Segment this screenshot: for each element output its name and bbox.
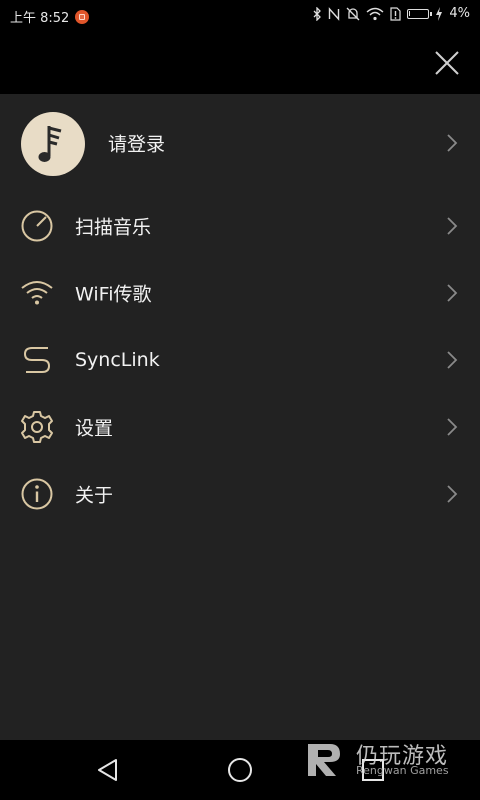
close-icon[interactable] (434, 50, 460, 76)
bluetooth-icon (313, 6, 322, 21)
menu-item-scan-music[interactable]: 扫描音乐 (0, 192, 480, 259)
nfc-icon (329, 6, 340, 21)
chevron-right-icon (447, 134, 458, 152)
status-bar-right: 4% (312, 6, 470, 21)
info-icon (21, 478, 53, 509)
login-label: 请登录 (108, 133, 166, 156)
menu-item-label: WiFi传歌 (75, 283, 152, 305)
wifi-icon (366, 7, 384, 20)
gear-icon (21, 410, 53, 443)
menu-item-label: 设置 (75, 417, 114, 439)
music-note-icon (38, 126, 62, 162)
menu-item-label: SyncLink (75, 348, 160, 371)
chevron-right-icon (447, 484, 458, 503)
chevron-right-icon (447, 283, 458, 302)
drawer-menu: 请登录 扫描音乐 WiFi传歌 SyncLink 设置 关于 (0, 94, 480, 740)
battery-icon (407, 8, 433, 19)
menu-item-settings[interactable]: 设置 (0, 393, 480, 460)
chevron-right-icon (447, 417, 458, 436)
notification-icon (75, 9, 90, 24)
login-row[interactable]: 请登录 (0, 94, 480, 192)
status-time: 上午 8:52 (10, 11, 70, 26)
synclink-icon (23, 346, 51, 373)
menu-item-about[interactable]: 关于 (0, 460, 480, 527)
home-circle-icon[interactable] (226, 756, 254, 784)
charging-icon (436, 6, 443, 21)
menu-item-label: 关于 (75, 484, 114, 506)
wifi-icon (21, 280, 53, 304)
chevron-right-icon (447, 350, 458, 369)
menu-item-label: 扫描音乐 (75, 216, 152, 238)
drawer-header (0, 30, 480, 94)
avatar (21, 112, 85, 176)
status-bar-left: 上午 8:52 (10, 7, 90, 26)
status-bar: 上午 8:52 4% (0, 0, 480, 30)
scan-dial-icon (21, 210, 53, 241)
battery-fill (409, 10, 411, 16)
system-nav-bar (0, 740, 480, 800)
recents-square-icon[interactable] (359, 756, 387, 784)
sim-alert-icon (390, 6, 401, 21)
menu-item-synclink[interactable]: SyncLink (0, 326, 480, 393)
battery-percent: 4% (449, 6, 470, 21)
back-triangle-icon[interactable] (94, 756, 122, 784)
alarm-off-icon (346, 7, 360, 20)
menu-item-wifi-transfer[interactable]: WiFi传歌 (0, 259, 480, 326)
chevron-right-icon (447, 216, 458, 235)
